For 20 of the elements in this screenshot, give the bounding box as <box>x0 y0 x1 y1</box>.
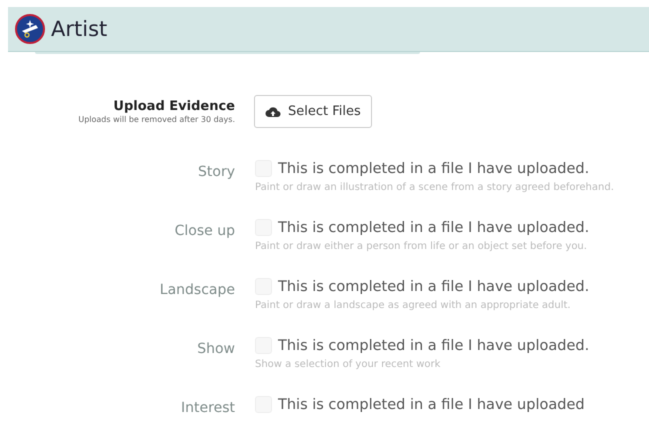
checkbox-label: This is completed in a file I have uploaded. <box>278 160 590 176</box>
field-label: Story <box>197 163 235 180</box>
help-text: Show a selection of your recent work <box>255 359 442 370</box>
help-text: Paint or draw an illustration of a scene from a story agreed beforehand. <box>255 182 614 193</box>
help-text: Uploads will be removed after 30 days. <box>77 115 235 124</box>
help-text: Paint or draw either a person from life or an object set before you. <box>255 241 588 252</box>
badge-icon <box>15 14 45 44</box>
field-label: Close up <box>174 222 235 239</box>
help-text: Paint or draw a landscape as agreed with an appropriate adult. <box>255 300 572 311</box>
field-label: Upload Evidence <box>112 99 235 114</box>
checkbox-label: This is completed in a file I have uploaded. <box>278 278 590 294</box>
checkbox-label: This is completed in a file I have uploaded <box>278 396 585 412</box>
select-files-button[interactable]: Select Files <box>254 95 372 128</box>
checkbox-label: This is completed in a file I have uploaded. <box>278 220 590 236</box>
field-label: Interest <box>180 399 235 416</box>
field-label: Show <box>196 340 235 357</box>
checkbox-label: This is completed in a file I have uploaded. <box>278 338 590 354</box>
cloud-upload-icon <box>265 106 281 118</box>
field-label: Landscape <box>158 281 235 298</box>
page-title: Artist <box>51 17 108 41</box>
